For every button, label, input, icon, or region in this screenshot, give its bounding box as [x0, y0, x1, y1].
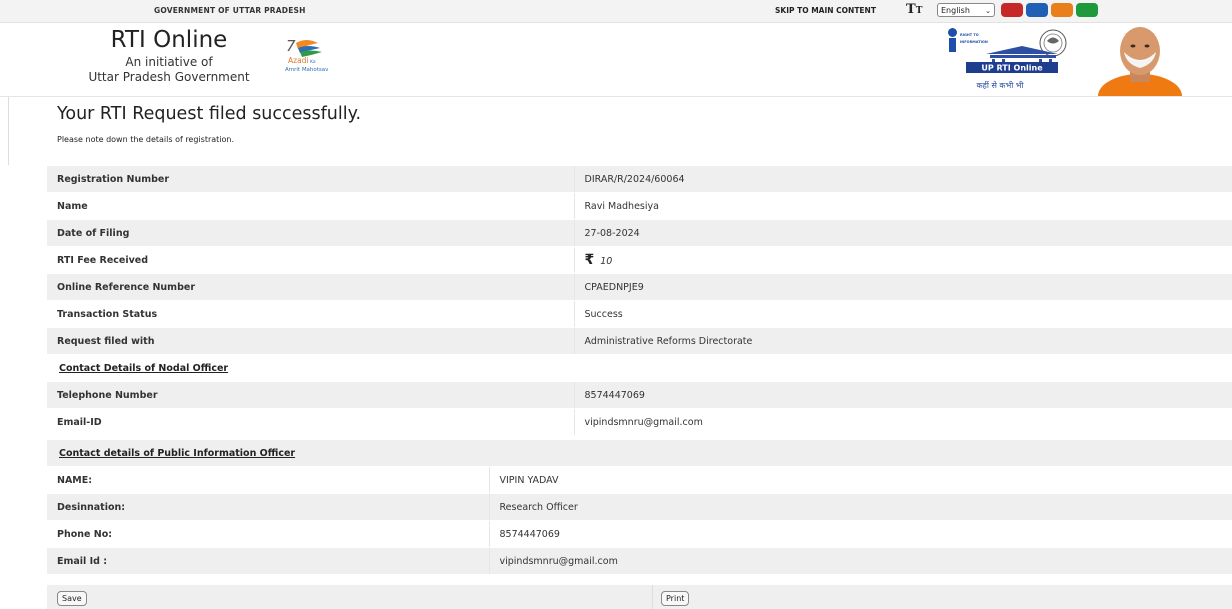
email-id-value: vipindsmnru@gmail.com: [573, 408, 1232, 436]
pio-phone-value: 8574447069: [488, 520, 1232, 548]
theme-red-button[interactable]: [1001, 3, 1023, 17]
rti-fee-value: ₹10: [573, 246, 1232, 274]
registration-number-value: DIRAR/R/2024/60064: [573, 166, 1232, 193]
svg-text:INFORMATION: INFORMATION: [960, 40, 988, 44]
pio-name-label: NAME:: [47, 466, 489, 494]
language-select[interactable]: English ⌄: [937, 3, 995, 17]
action-bar-divider: [652, 585, 653, 609]
site-subtitle-line2: Uttar Pradesh Government: [88, 70, 250, 84]
site-header: RTI Online An initiative of Uttar Prades…: [0, 22, 1232, 97]
table-row: NAME: VIPIN YADAV: [47, 466, 1232, 494]
transaction-status-label: Transaction Status: [47, 300, 574, 328]
registration-note: Please note down the details of registra…: [57, 135, 235, 144]
telephone-number-value: 8574447069: [573, 381, 1232, 409]
table-row: Transaction Status Success: [47, 300, 1232, 328]
table-row: Online Reference Number CPAEDNPJE9: [47, 273, 1232, 301]
action-bar: Save Print: [47, 585, 1232, 609]
azadi-ka-amrit-mahotsav-logo: 7 Azadi Ka Amrit Mahotsav: [285, 37, 329, 73]
svg-text:UP RTI Online: UP RTI Online: [981, 64, 1043, 73]
theme-blue-button[interactable]: [1026, 3, 1048, 17]
table-row: RTI Fee Received ₹10: [47, 246, 1232, 274]
pio-designation-value: Research Officer: [488, 493, 1232, 521]
pio-email-label: Email Id :: [47, 547, 489, 575]
request-filed-with-value: Administrative Reforms Directorate: [573, 327, 1232, 355]
table-row: Desinnation: Research Officer: [47, 493, 1232, 521]
name-label: Name: [47, 192, 574, 220]
up-rti-online-logo: RIGHT TO INFORMATION UP RTI Online कहीं …: [948, 28, 1067, 90]
telephone-number-label: Telephone Number: [47, 381, 574, 409]
print-button[interactable]: Print: [661, 591, 690, 606]
request-filed-with-label: Request filed with: [47, 327, 574, 355]
site-title: RTI Online: [110, 27, 228, 53]
date-of-filing-value: 27-08-2024: [573, 219, 1232, 247]
svg-text:Ka: Ka: [310, 59, 316, 65]
pio-heading: Contact details of Public Information Of…: [47, 440, 1232, 467]
registration-number-label: Registration Number: [47, 166, 574, 193]
save-button[interactable]: Save: [57, 591, 87, 606]
table-row: Contact Details of Nodal Officer: [47, 354, 1232, 382]
rti-fee-amount: 10: [600, 256, 613, 267]
skip-to-main-link[interactable]: SKIP TO MAIN CONTENT: [775, 6, 876, 15]
page-heading: Your RTI Request filed successfully.: [57, 104, 362, 124]
name-value: Ravi Madhesiya: [573, 192, 1232, 220]
site-subtitle-line1: An initiative of: [125, 55, 213, 69]
chevron-down-icon: ⌄: [985, 7, 991, 15]
table-row: Email Id : vipindsmnru@gmail.com: [47, 547, 1232, 575]
theme-green-button[interactable]: [1076, 3, 1098, 17]
government-label: GOVERNMENT OF UTTAR PRADESH: [154, 6, 306, 15]
divider-line: [8, 97, 9, 165]
table-row: Phone No: 8574447069: [47, 520, 1232, 548]
rupee-icon: ₹: [584, 252, 595, 268]
email-id-label: Email-ID: [47, 408, 574, 436]
table-row: Name Ravi Madhesiya: [47, 192, 1232, 220]
table-row: Date of Filing 27-08-2024: [47, 219, 1232, 247]
pio-name-value: VIPIN YADAV: [488, 466, 1232, 494]
site-brand[interactable]: RTI Online An initiative of Uttar Prades…: [54, 27, 284, 85]
table-row: Email-ID vipindsmnru@gmail.com: [47, 408, 1232, 436]
svg-text:7: 7: [286, 37, 296, 55]
table-row: Telephone Number 8574447069: [47, 381, 1232, 409]
nodal-officer-heading: Contact Details of Nodal Officer: [47, 354, 1232, 382]
top-bar: GOVERNMENT OF UTTAR PRADESH SKIP TO MAIN…: [0, 0, 1232, 23]
table-row: Request filed with Administrative Reform…: [47, 327, 1232, 355]
rti-fee-label: RTI Fee Received: [47, 246, 574, 274]
pio-details-table: Contact details of Public Information Of…: [47, 440, 1232, 575]
text-size-icon[interactable]: TT: [906, 2, 922, 17]
chief-minister-photo: [1098, 27, 1182, 96]
svg-text:RIGHT TO: RIGHT TO: [960, 33, 979, 37]
pio-phone-label: Phone No:: [47, 520, 489, 548]
theme-orange-button[interactable]: [1051, 3, 1073, 17]
registration-details-table: Registration Number DIRAR/R/2024/60064 N…: [47, 166, 1232, 436]
online-reference-label: Online Reference Number: [47, 273, 574, 301]
table-row: Contact details of Public Information Of…: [47, 440, 1232, 467]
pio-designation-label: Desinnation:: [47, 493, 489, 521]
svg-text:Amrit Mahotsav: Amrit Mahotsav: [285, 67, 329, 73]
date-of-filing-label: Date of Filing: [47, 219, 574, 247]
svg-text:Azadi: Azadi: [288, 56, 309, 65]
table-row: Registration Number DIRAR/R/2024/60064: [47, 166, 1232, 193]
transaction-status-value: Success: [573, 300, 1232, 328]
online-reference-value: CPAEDNPJE9: [573, 273, 1232, 301]
svg-text:कहीं से कभी भी: कहीं से कभी भी: [976, 80, 1024, 90]
pio-email-value: vipindsmnru@gmail.com: [488, 547, 1232, 575]
